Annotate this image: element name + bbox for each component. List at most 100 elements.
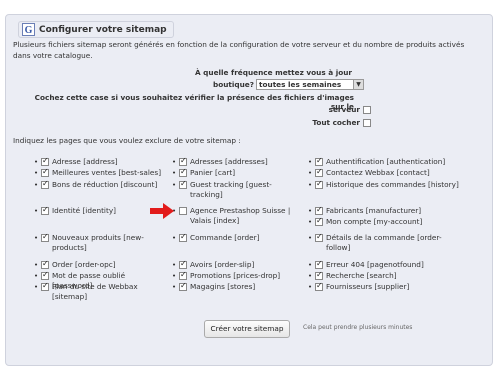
page-exclude-label: Détails de la commande [order-follow]	[326, 233, 442, 252]
page-exclude-item[interactable]: • Avoirs [order-slip]	[169, 259, 304, 270]
page-exclude-checkbox[interactable]	[41, 156, 49, 166]
images-check-label-line2: serveur	[328, 105, 360, 114]
page-exclude-checkbox[interactable]	[179, 270, 187, 280]
page-exclude-checkbox[interactable]	[179, 156, 187, 166]
page-exclude-checkbox[interactable]	[315, 270, 323, 280]
images-check-checkbox[interactable]	[363, 106, 371, 114]
page-exclude-label: Authentification [authentication]	[326, 157, 446, 166]
page-exclude-checkbox[interactable]	[41, 270, 49, 280]
page-exclude-checkbox[interactable]	[41, 205, 49, 215]
page-exclude-checkbox[interactable]	[315, 179, 323, 189]
bullet: •	[307, 260, 313, 269]
page-exclude-label: Commande [order]	[190, 233, 260, 242]
page-exclude-checkbox[interactable]	[41, 179, 49, 189]
bullet: •	[33, 233, 39, 242]
page-exclude-label: Agence Prestashop Suisse | Valais [index…	[190, 206, 291, 225]
bullet: •	[307, 217, 313, 226]
bullet: •	[171, 282, 177, 291]
page-exclude-item[interactable]: • Contactez Webbax [contact]	[305, 167, 465, 178]
page-exclude-checkbox[interactable]	[179, 179, 187, 189]
page-exclude-checkbox[interactable]	[315, 156, 323, 166]
page-exclude-label: Panier [cart]	[190, 168, 236, 177]
bullet: •	[33, 168, 39, 177]
page-exclude-item[interactable]: • Fournisseurs [supplier]	[305, 281, 465, 292]
exclude-pages-label: Indiquez les pages que vous voulez exclu…	[13, 136, 241, 145]
page-exclude-item[interactable]: • Nouveaux produits [new-products]	[31, 232, 166, 253]
bullet: •	[307, 180, 313, 189]
page-exclude-checkbox[interactable]	[41, 167, 49, 177]
check-all-checkbox[interactable]	[363, 119, 371, 127]
panel-title: Configurer votre sitemap	[39, 24, 167, 35]
page-exclude-checkbox[interactable]	[179, 232, 187, 242]
page-exclude-item[interactable]: • Meilleures ventes [best-sales]	[31, 167, 166, 178]
bullet: •	[307, 206, 313, 215]
page-exclude-item[interactable]: • Agence Prestashop Suisse | Valais [inde…	[169, 206, 304, 226]
bullet: •	[307, 157, 313, 166]
page-exclude-item[interactable]: • Commande [order]	[169, 232, 304, 243]
page-exclude-item[interactable]: • Magagins [stores]	[169, 281, 304, 292]
page-exclude-label: Identité [identity]	[52, 206, 116, 215]
bullet: •	[171, 168, 177, 177]
page-exclude-label: Magagins [stores]	[190, 282, 256, 291]
page-exclude-item[interactable]: • Guest tracking [guest-tracking]	[169, 179, 304, 200]
bullet: •	[307, 282, 313, 291]
duration-note: Cela peut prendre plusieurs minutes	[303, 324, 413, 331]
page-exclude-checkbox[interactable]	[315, 205, 323, 215]
page-exclude-checkbox[interactable]	[315, 216, 323, 226]
page-exclude-label: Adresse [address]	[52, 157, 118, 166]
page-exclude-item[interactable]: • Fabricants [manufacturer]	[305, 205, 465, 216]
page-exclude-item[interactable]: • Order [order-opc]	[31, 259, 166, 270]
intro-text: Plusieurs fichiers sitemap seront généré…	[13, 40, 465, 60]
page-exclude-item[interactable]: • Plan du site de Webbax [sitemap]	[31, 281, 166, 302]
page-exclude-item[interactable]: • Erreur 404 [pagenotfound]	[305, 259, 465, 270]
create-sitemap-button[interactable]: Créer votre sitemap	[204, 320, 290, 338]
page-exclude-checkbox[interactable]	[41, 259, 49, 269]
page-exclude-checkbox[interactable]	[41, 281, 49, 291]
page-exclude-checkbox[interactable]	[315, 232, 323, 242]
page-exclude-label: Avoirs [order-slip]	[190, 260, 255, 269]
bullet: •	[33, 260, 39, 269]
bullet: •	[171, 233, 177, 242]
frequency-select-value: toutes les semaines	[259, 80, 342, 89]
page-exclude-label: Erreur 404 [pagenotfound]	[326, 260, 424, 269]
page-exclude-label: Adresses [addresses]	[190, 157, 268, 166]
page-exclude-item[interactable]: • Historique des commandes [history]	[305, 179, 465, 190]
page-exclude-item[interactable]: • Mon compte [my-account]	[305, 216, 465, 227]
page-exclude-checkbox[interactable]	[315, 281, 323, 291]
bullet: •	[171, 157, 177, 166]
page-exclude-checkbox[interactable]	[179, 281, 187, 291]
bullet: •	[33, 206, 39, 215]
page-exclude-checkbox[interactable]	[315, 167, 323, 177]
chevron-down-icon: ▼	[353, 80, 363, 89]
frequency-select[interactable]: toutes les semaines ▼	[256, 79, 364, 90]
page-exclude-label: Meilleures ventes [best-sales]	[52, 168, 162, 177]
page-exclude-item[interactable]: • Promotions [prices-drop]	[169, 270, 304, 281]
page-exclude-item[interactable]: • Détails de la commande [order-follow]	[305, 232, 465, 253]
panel-legend: G Configurer votre sitemap	[18, 21, 174, 38]
page-exclude-label: Promotions [prices-drop]	[190, 271, 281, 280]
page-exclude-label: Bons de réduction [discount]	[52, 180, 158, 189]
page-exclude-item[interactable]: • Adresse [address]	[31, 156, 166, 167]
page-exclude-checkbox[interactable]	[179, 167, 187, 177]
page-exclude-checkbox[interactable]	[179, 259, 187, 269]
page-exclude-item[interactable]: • Authentification [authentication]	[305, 156, 465, 167]
page-exclude-item[interactable]: • Panier [cart]	[169, 167, 304, 178]
page-exclude-label: Recherche [search]	[326, 271, 397, 280]
bullet: •	[171, 260, 177, 269]
page-exclude-checkbox[interactable]	[41, 232, 49, 242]
bullet: •	[33, 180, 39, 189]
page-exclude-item[interactable]: • Identité [identity]	[31, 205, 166, 216]
google-g-icon: G	[22, 23, 35, 36]
page-exclude-item[interactable]: • Recherche [search]	[305, 270, 465, 281]
page-exclude-item[interactable]: • Bons de réduction [discount]	[31, 179, 166, 190]
page-exclude-label: Contactez Webbax [contact]	[326, 168, 430, 177]
page-exclude-item[interactable]: • Adresses [addresses]	[169, 156, 304, 167]
bullet: •	[171, 271, 177, 280]
page-exclude-label: Historique des commandes [history]	[326, 180, 459, 189]
page-exclude-checkbox[interactable]	[179, 207, 187, 215]
bullet: •	[307, 168, 313, 177]
page-exclude-label: Nouveaux produits [new-products]	[52, 233, 144, 252]
page-exclude-label: Fournisseurs [supplier]	[326, 282, 410, 291]
page-exclude-label: Fabricants [manufacturer]	[326, 206, 422, 215]
page-exclude-checkbox[interactable]	[315, 259, 323, 269]
